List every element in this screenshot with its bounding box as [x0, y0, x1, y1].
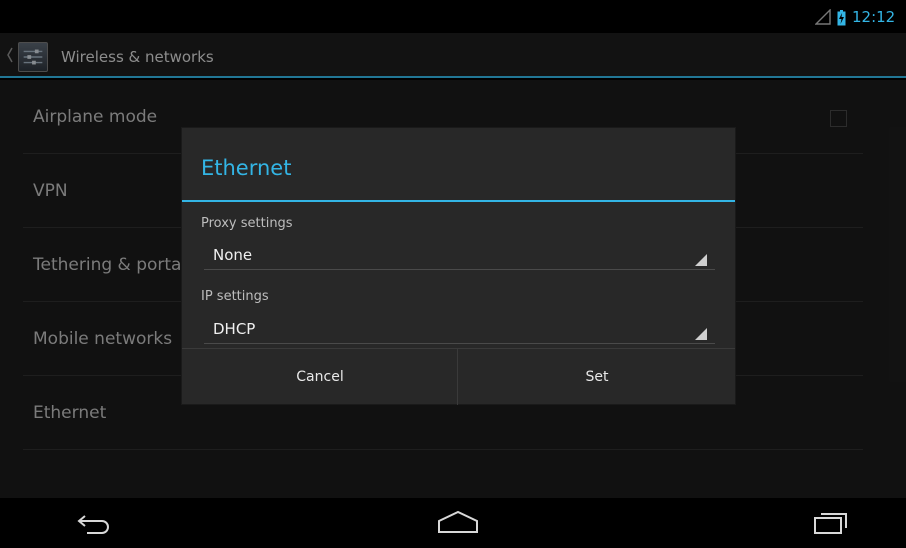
proxy-settings-label: Proxy settings: [201, 216, 293, 231]
dialog-title: Ethernet: [201, 156, 292, 180]
button-separator: [457, 349, 458, 405]
navigation-bar: [0, 498, 906, 548]
status-bar: 12:12: [0, 0, 906, 33]
proxy-settings-value: None: [213, 246, 253, 264]
ip-settings-value: DHCP: [213, 320, 256, 338]
dialog-button-bar: Cancel Set: [182, 348, 735, 405]
title-divider: [182, 200, 735, 202]
ethernet-dialog: Ethernet Proxy settings None IP settings…: [182, 128, 735, 405]
battery-charging-icon: [837, 10, 846, 26]
spinner-triangle-icon: [695, 254, 707, 266]
proxy-settings-spinner[interactable]: None: [204, 240, 715, 270]
home-icon[interactable]: [437, 510, 479, 536]
set-button[interactable]: Set: [459, 349, 735, 405]
recents-icon[interactable]: [813, 510, 849, 536]
ip-settings-label: IP settings: [201, 289, 269, 304]
ip-settings-spinner[interactable]: DHCP: [204, 314, 715, 344]
clock: 12:12: [852, 8, 896, 26]
cancel-button[interactable]: Cancel: [182, 349, 458, 405]
signal-icon: [815, 9, 831, 25]
spinner-triangle-icon: [695, 328, 707, 340]
back-icon[interactable]: [75, 510, 115, 536]
